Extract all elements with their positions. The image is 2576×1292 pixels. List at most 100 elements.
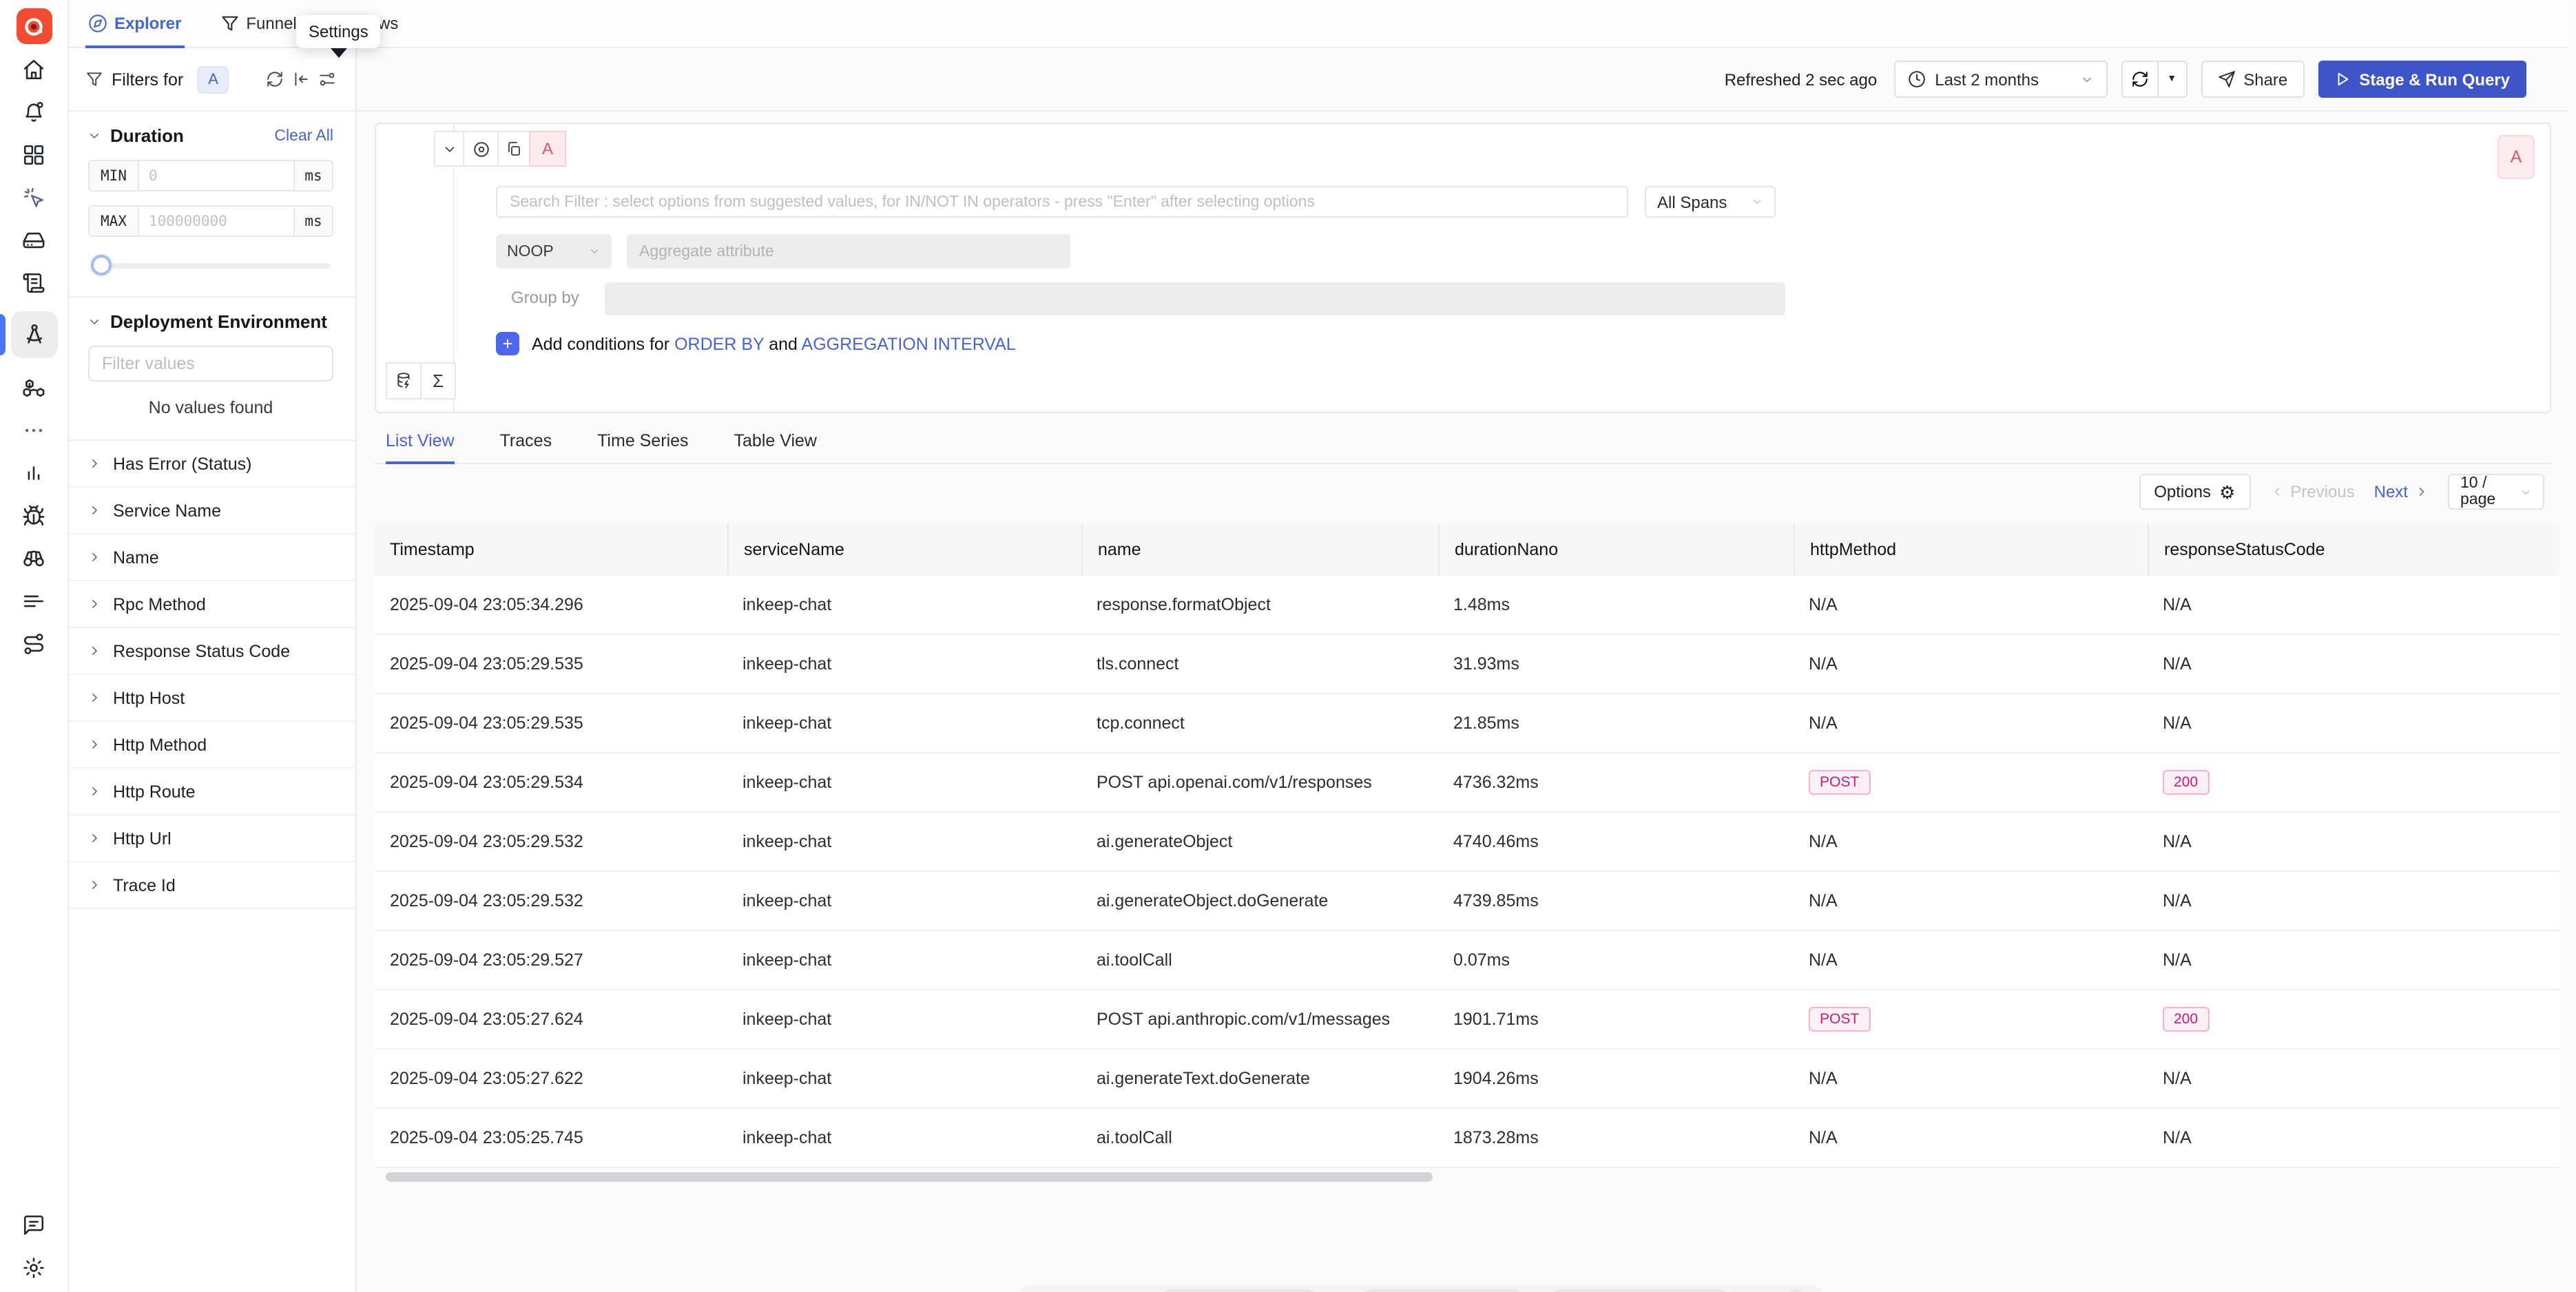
rail-item-logs-scroll-icon[interactable] bbox=[20, 269, 48, 296]
next-page-button[interactable]: Next bbox=[2374, 482, 2429, 501]
cell-httpMethod: N/A bbox=[1794, 635, 2148, 693]
table-row[interactable]: 2025-09-04 23:05:29.535inkeep-chattcp.co… bbox=[375, 694, 2559, 753]
query-badge[interactable]: A bbox=[197, 65, 229, 93]
group-by-input[interactable] bbox=[605, 282, 1785, 315]
query-label-badge[interactable]: A bbox=[529, 131, 566, 167]
sidebar-section-http-url[interactable]: Http Url bbox=[69, 815, 355, 862]
cell-serviceName: inkeep-chat bbox=[727, 1109, 1081, 1167]
time-range-select[interactable]: Last 2 months bbox=[1893, 61, 2107, 98]
save-view-button[interactable]: Save this view bbox=[1154, 1289, 1324, 1292]
aggregate-operator-select[interactable]: NOOP bbox=[496, 234, 612, 269]
duration-max-input[interactable] bbox=[139, 207, 293, 236]
rail-item-pipelines-route-icon[interactable] bbox=[20, 629, 48, 657]
rail-item-metrics-barchart-icon[interactable] bbox=[20, 459, 48, 486]
stage-run-query-button[interactable]: Stage & Run Query bbox=[2318, 61, 2526, 98]
rail-item-support-chat-icon[interactable] bbox=[20, 1211, 48, 1238]
rail-item-infrastructure-harddrive-icon[interactable] bbox=[20, 226, 48, 253]
slider-track[interactable] bbox=[91, 263, 331, 269]
collapse-sidebar-icon[interactable] bbox=[292, 70, 310, 88]
aggregation-interval-link[interactable]: AGGREGATION INTERVAL bbox=[802, 334, 1016, 353]
sidebar-section-has-error-status-[interactable]: Has Error (Status) bbox=[69, 441, 355, 488]
search-filter-input[interactable] bbox=[496, 186, 1628, 218]
previous-page-button[interactable]: Previous bbox=[2269, 482, 2354, 501]
add-condition-plus-button[interactable]: + bbox=[496, 332, 519, 355]
max-label: MAX bbox=[90, 207, 139, 236]
chevron-right-icon bbox=[88, 879, 101, 891]
sidebar-section-trace-id[interactable]: Trace Id bbox=[69, 862, 355, 909]
chevron-down-icon[interactable] bbox=[88, 315, 101, 328]
table-row[interactable]: 2025-09-04 23:05:27.622inkeep-chatai.gen… bbox=[375, 1050, 2559, 1109]
sidebar-section-name[interactable]: Name bbox=[69, 534, 355, 581]
hide-query-disc-icon[interactable] bbox=[463, 131, 499, 167]
view-tab-list-view[interactable]: List View bbox=[386, 419, 455, 463]
table-header-row: TimestampserviceNamenamedurationNanohttp… bbox=[375, 523, 2559, 576]
slider-handle[interactable] bbox=[91, 255, 112, 275]
sidebar-section-http-host[interactable]: Http Host bbox=[69, 675, 355, 722]
duration-min-group: MIN ms bbox=[88, 160, 333, 191]
filters-sidebar: Filters for A Duration Clear All bbox=[69, 48, 357, 1292]
aggregate-attribute-input[interactable]: Aggregate attribute bbox=[627, 234, 1070, 269]
table-row[interactable]: 2025-09-04 23:05:29.532inkeep-chatai.gen… bbox=[375, 813, 2559, 872]
table-row[interactable]: 2025-09-04 23:05:34.296inkeep-chatrespon… bbox=[375, 576, 2559, 635]
sidebar-section-response-status-code[interactable]: Response Status Code bbox=[69, 628, 355, 675]
table-row[interactable]: 2025-09-04 23:05:25.745inkeep-chatai.too… bbox=[375, 1109, 2559, 1168]
chevron-down-icon[interactable] bbox=[88, 129, 101, 142]
explorer-tab-strip: Explorer Funnels Views bbox=[69, 0, 2568, 48]
cell-serviceName: inkeep-chat bbox=[727, 931, 1081, 989]
order-by-link[interactable]: ORDER BY bbox=[674, 334, 764, 353]
clear-all-link[interactable]: Clear All bbox=[274, 127, 333, 144]
play-icon bbox=[2334, 72, 2349, 87]
hide-panel-icon[interactable] bbox=[1785, 1289, 1806, 1292]
rail-item-settings-gear-icon[interactable] bbox=[20, 1253, 48, 1281]
table-row[interactable]: 2025-09-04 23:05:29.532inkeep-chatai.gen… bbox=[375, 872, 2559, 931]
select-view-dropdown[interactable]: Select a view bbox=[1036, 1289, 1139, 1292]
rail-item-home-icon[interactable] bbox=[20, 55, 48, 83]
view-tab-table-view[interactable]: Table View bbox=[734, 419, 817, 463]
rail-item-services-boxes-icon[interactable] bbox=[20, 373, 48, 401]
deployment-filter-input[interactable] bbox=[88, 346, 333, 382]
rail-item-dashboards-grid-icon[interactable] bbox=[20, 140, 48, 168]
create-alert-button[interactable]: Create an Alert bbox=[1355, 1289, 1529, 1292]
sync-filters-icon[interactable] bbox=[266, 70, 284, 88]
datasource-db-icon[interactable] bbox=[386, 362, 422, 399]
sidebar-section-http-route[interactable]: Http Route bbox=[69, 769, 355, 815]
view-tab-traces[interactable]: Traces bbox=[500, 419, 552, 463]
clone-query-icon[interactable] bbox=[497, 131, 530, 167]
sidebar-section-service-name[interactable]: Service Name bbox=[69, 488, 355, 534]
tab-funnels[interactable]: Funnels bbox=[220, 0, 304, 47]
duration-min-input[interactable] bbox=[139, 161, 293, 190]
add-to-dashboard-button[interactable]: + Add to Dashboard bbox=[1544, 1289, 1736, 1292]
filter-settings-icon[interactable] bbox=[318, 70, 336, 88]
table-row[interactable]: 2025-09-04 23:05:29.534inkeep-chatPOST a… bbox=[375, 753, 2559, 813]
list-toolbar: Options ⚙ Previous Next 10 / page bbox=[2139, 474, 2544, 510]
send-icon bbox=[2217, 70, 2235, 88]
refresh-icon[interactable] bbox=[2121, 61, 2158, 98]
sidebar-section-http-method[interactable]: Http Method bbox=[69, 722, 355, 769]
rail-item-explore-binoculars-icon[interactable] bbox=[20, 544, 48, 572]
page-size-select[interactable]: 10 / page bbox=[2448, 474, 2544, 510]
span-scope-select[interactable]: All Spans bbox=[1645, 186, 1776, 218]
table-row[interactable]: 2025-09-04 23:05:29.535inkeep-chattls.co… bbox=[375, 635, 2559, 694]
tab-explorer[interactable]: Explorer bbox=[88, 0, 181, 47]
share-button[interactable]: Share bbox=[2201, 61, 2304, 98]
horizontal-scrollbar[interactable] bbox=[386, 1172, 1433, 1182]
rail-item-more-ellipsis-icon[interactable] bbox=[20, 416, 48, 444]
rail-item-list-lines-icon[interactable] bbox=[20, 587, 48, 614]
sidebar-section-rpc-method[interactable]: Rpc Method bbox=[69, 581, 355, 628]
chevron-right-icon bbox=[88, 738, 101, 751]
rail-item-interactions-cursor-icon[interactable] bbox=[20, 183, 48, 211]
options-button[interactable]: Options ⚙ bbox=[2139, 474, 2250, 510]
refresh-caret-icon[interactable]: ▼ bbox=[2158, 61, 2187, 98]
formula-sigma-icon[interactable]: Σ bbox=[420, 362, 456, 399]
signoz-logo-icon[interactable] bbox=[16, 8, 52, 44]
column-header-durationNano: durationNano bbox=[1438, 523, 1794, 576]
view-tab-time-series[interactable]: Time Series bbox=[597, 419, 688, 463]
query-label-badge-right[interactable]: A bbox=[2497, 135, 2535, 179]
table-row[interactable]: 2025-09-04 23:05:27.624inkeep-chatPOST a… bbox=[375, 990, 2559, 1050]
desktop-edge bbox=[2568, 0, 2576, 1292]
rail-item-traces-compass-icon[interactable] bbox=[10, 311, 57, 358]
rail-item-exceptions-bug-icon[interactable] bbox=[20, 501, 48, 529]
rail-item-alerts-bell-icon[interactable] bbox=[20, 98, 48, 125]
table-row[interactable]: 2025-09-04 23:05:29.527inkeep-chatai.too… bbox=[375, 931, 2559, 990]
collapse-query-icon[interactable] bbox=[434, 131, 464, 167]
